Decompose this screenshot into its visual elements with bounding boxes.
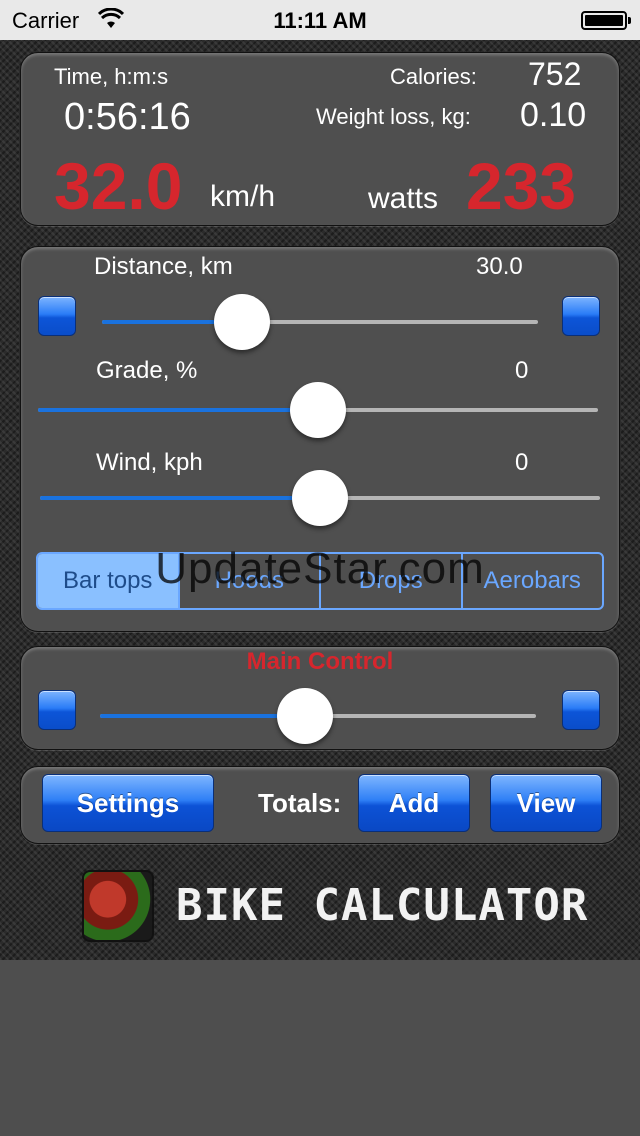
wind-slider[interactable]: [40, 470, 600, 526]
settings-button[interactable]: Settings: [42, 774, 214, 832]
distance-increase-button[interactable]: [562, 296, 600, 336]
status-time: 11:11 AM: [273, 8, 367, 33]
weight-loss-value: 0.10: [520, 96, 587, 134]
speed-unit: km/h: [210, 180, 276, 213]
wind-slider-fill: [40, 496, 320, 500]
power-unit: watts: [368, 182, 439, 215]
wind-value: 0: [515, 449, 529, 476]
power-value: 233: [466, 149, 577, 223]
time-label: Time, h:m:s: [54, 64, 169, 89]
main-control-slider-fill: [100, 714, 305, 718]
calories-value: 752: [528, 56, 582, 92]
distance-slider[interactable]: [102, 294, 538, 350]
main-control-slider[interactable]: [100, 688, 536, 744]
battery-icon: [581, 11, 631, 30]
app-title: BIKE CALCULATOR: [176, 880, 589, 931]
grade-slider-thumb[interactable]: [290, 382, 346, 438]
distance-value: 30.0: [476, 253, 523, 280]
calories-label: Calories:: [390, 64, 477, 89]
main-control-decrease-button[interactable]: [38, 690, 76, 730]
add-button[interactable]: Add: [358, 774, 470, 832]
distance-label: Distance, km: [94, 253, 233, 280]
weight-loss-label: Weight loss, kg:: [316, 104, 471, 129]
status-bar: Carrier 11:11 AM: [0, 0, 640, 40]
grade-label: Grade, %: [96, 357, 198, 384]
grade-value: 0: [515, 357, 529, 384]
wind-slider-thumb[interactable]: [292, 470, 348, 526]
view-button[interactable]: View: [490, 774, 602, 832]
time-value: 0:56:16: [64, 96, 191, 138]
main-control-label: Main Control: [246, 648, 394, 675]
app-logo-icon: [82, 870, 154, 942]
speed-value: 32.0: [54, 149, 183, 223]
grade-slider-fill: [38, 408, 318, 412]
grade-slider[interactable]: [38, 382, 598, 438]
watermark: UpdateStar.com: [155, 544, 485, 593]
distance-slider-thumb[interactable]: [213, 294, 270, 350]
main-control-slider-thumb[interactable]: [276, 688, 333, 744]
wind-label: Wind, kph: [96, 449, 203, 476]
main-control-increase-button[interactable]: [562, 690, 600, 730]
totals-label: Totals:: [258, 788, 342, 818]
distance-decrease-button[interactable]: [38, 296, 76, 336]
